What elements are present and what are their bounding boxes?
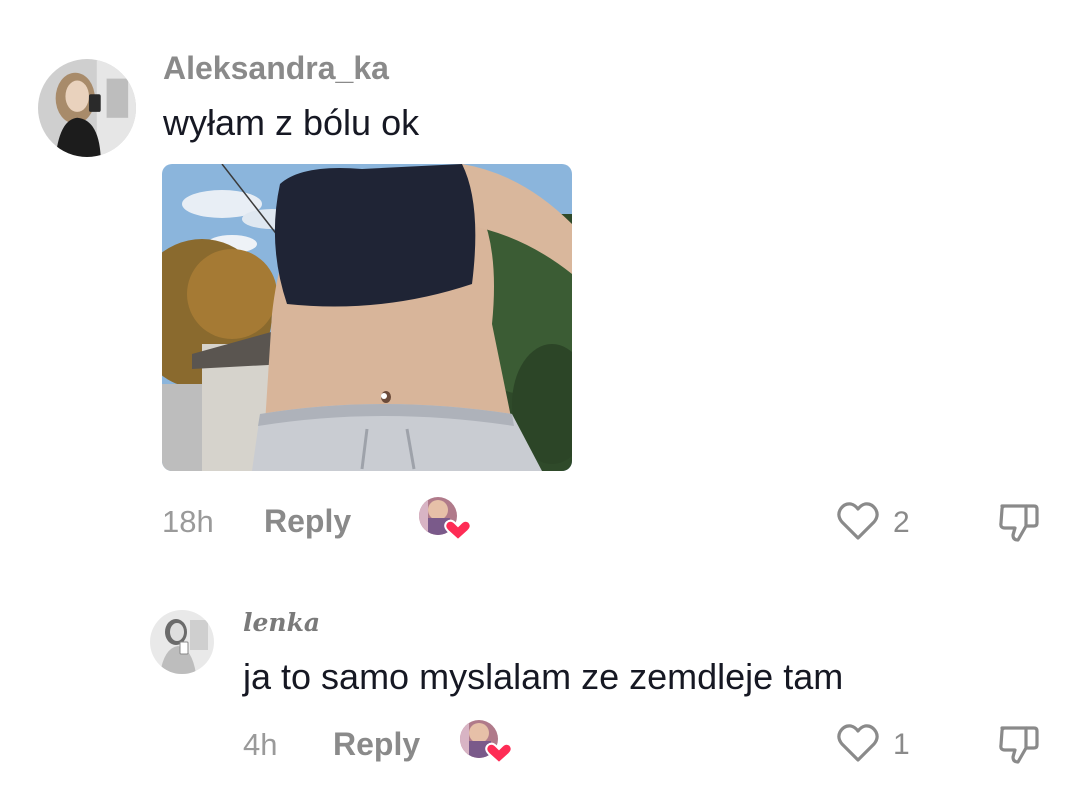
- reply-button[interactable]: Reply: [264, 503, 351, 540]
- comment-username[interactable]: lenka: [243, 608, 320, 637]
- creator-liked-avatar-icon: [459, 719, 511, 765]
- comment-timestamp: 18h: [162, 504, 214, 539]
- like-count: 2: [893, 506, 910, 539]
- heart-outline-icon[interactable]: [836, 500, 880, 542]
- thumbs-down-icon[interactable]: [996, 722, 1042, 768]
- thumbs-down-icon[interactable]: [996, 500, 1042, 546]
- comment-text: ja to samo myslalam ze zemdleje tam: [243, 656, 844, 697]
- comment-photo[interactable]: [162, 164, 572, 471]
- comment-username[interactable]: Aleksandra_ka: [163, 50, 389, 87]
- avatar[interactable]: [38, 59, 136, 157]
- like-count: 1: [893, 728, 910, 761]
- heart-outline-icon[interactable]: [836, 722, 880, 764]
- avatar[interactable]: [150, 610, 214, 674]
- creator-liked-avatar-icon: [418, 496, 470, 542]
- reply-button[interactable]: Reply: [333, 726, 420, 763]
- comment-text: wyłam z bólu ok: [163, 102, 420, 143]
- comment-timestamp: 4h: [243, 727, 278, 762]
